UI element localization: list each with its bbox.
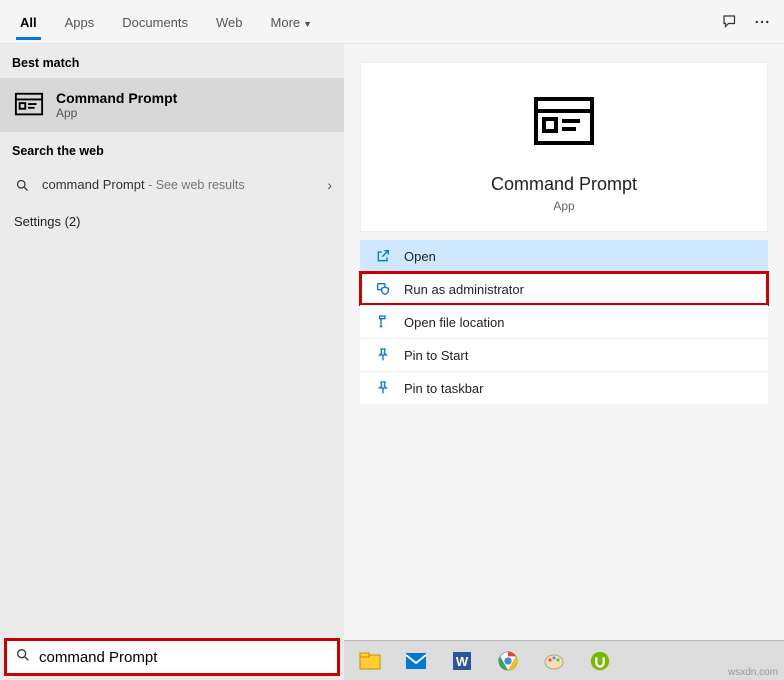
search-web-header: Search the web bbox=[0, 132, 344, 166]
taskbar-mail[interactable] bbox=[400, 645, 432, 677]
best-match-header: Best match bbox=[0, 44, 344, 78]
watermark: wsxdn.com bbox=[728, 667, 778, 678]
pin-icon bbox=[374, 347, 392, 363]
action-label: Open file location bbox=[404, 315, 504, 330]
action-label: Pin to Start bbox=[404, 348, 468, 363]
search-box[interactable] bbox=[4, 638, 340, 676]
command-prompt-icon bbox=[12, 88, 46, 122]
web-result[interactable]: command Prompt - See web results › bbox=[0, 166, 344, 204]
taskbar: W bbox=[344, 640, 784, 680]
pin-taskbar-icon bbox=[374, 380, 392, 396]
taskbar-paint[interactable] bbox=[538, 645, 570, 677]
search-tabs: All Apps Documents Web More▼ bbox=[0, 0, 784, 44]
open-icon bbox=[374, 248, 392, 264]
web-query: command Prompt bbox=[42, 177, 145, 192]
action-open-location[interactable]: Open file location bbox=[360, 305, 768, 338]
chevron-right-icon: › bbox=[327, 177, 332, 193]
tab-apps[interactable]: Apps bbox=[51, 5, 109, 39]
search-input[interactable] bbox=[39, 649, 329, 666]
result-title: Command Prompt bbox=[56, 90, 177, 106]
app-detail-card: Command Prompt App bbox=[360, 62, 768, 232]
action-pin-taskbar[interactable]: Pin to taskbar bbox=[360, 371, 768, 404]
app-subtitle: App bbox=[553, 199, 574, 213]
web-hint: - See web results bbox=[145, 178, 245, 192]
tab-more[interactable]: More▼ bbox=[257, 5, 327, 39]
action-open[interactable]: Open bbox=[360, 240, 768, 272]
tab-web[interactable]: Web bbox=[202, 5, 257, 39]
best-match-result[interactable]: Command Prompt App bbox=[0, 78, 344, 132]
search-icon bbox=[15, 647, 31, 668]
tab-documents[interactable]: Documents bbox=[108, 5, 202, 39]
taskbar-word[interactable]: W bbox=[446, 645, 478, 677]
result-sub: App bbox=[56, 106, 177, 120]
action-label: Open bbox=[404, 249, 436, 264]
taskbar-utorrent[interactable] bbox=[584, 645, 616, 677]
shield-icon bbox=[374, 281, 392, 297]
actions-list: Open Run as administrator Open file loca… bbox=[360, 240, 768, 404]
more-options-icon[interactable] bbox=[746, 6, 778, 38]
command-prompt-large-icon bbox=[532, 91, 596, 160]
settings-result[interactable]: Settings (2) bbox=[0, 204, 344, 239]
search-icon bbox=[12, 178, 32, 193]
results-panel: Best match Command Prompt App Search the… bbox=[0, 44, 344, 680]
folder-icon bbox=[374, 314, 392, 330]
svg-text:W: W bbox=[456, 654, 469, 669]
action-pin-start[interactable]: Pin to Start bbox=[360, 338, 768, 371]
details-panel: Command Prompt App Open Run as administr… bbox=[344, 44, 784, 680]
taskbar-file-explorer[interactable] bbox=[354, 645, 386, 677]
app-title: Command Prompt bbox=[491, 174, 637, 195]
action-label: Run as administrator bbox=[404, 282, 524, 297]
tab-all[interactable]: All bbox=[6, 5, 51, 39]
feedback-icon[interactable] bbox=[714, 6, 746, 38]
action-label: Pin to taskbar bbox=[404, 381, 484, 396]
taskbar-chrome[interactable] bbox=[492, 645, 524, 677]
action-run-admin[interactable]: Run as administrator bbox=[360, 272, 768, 305]
